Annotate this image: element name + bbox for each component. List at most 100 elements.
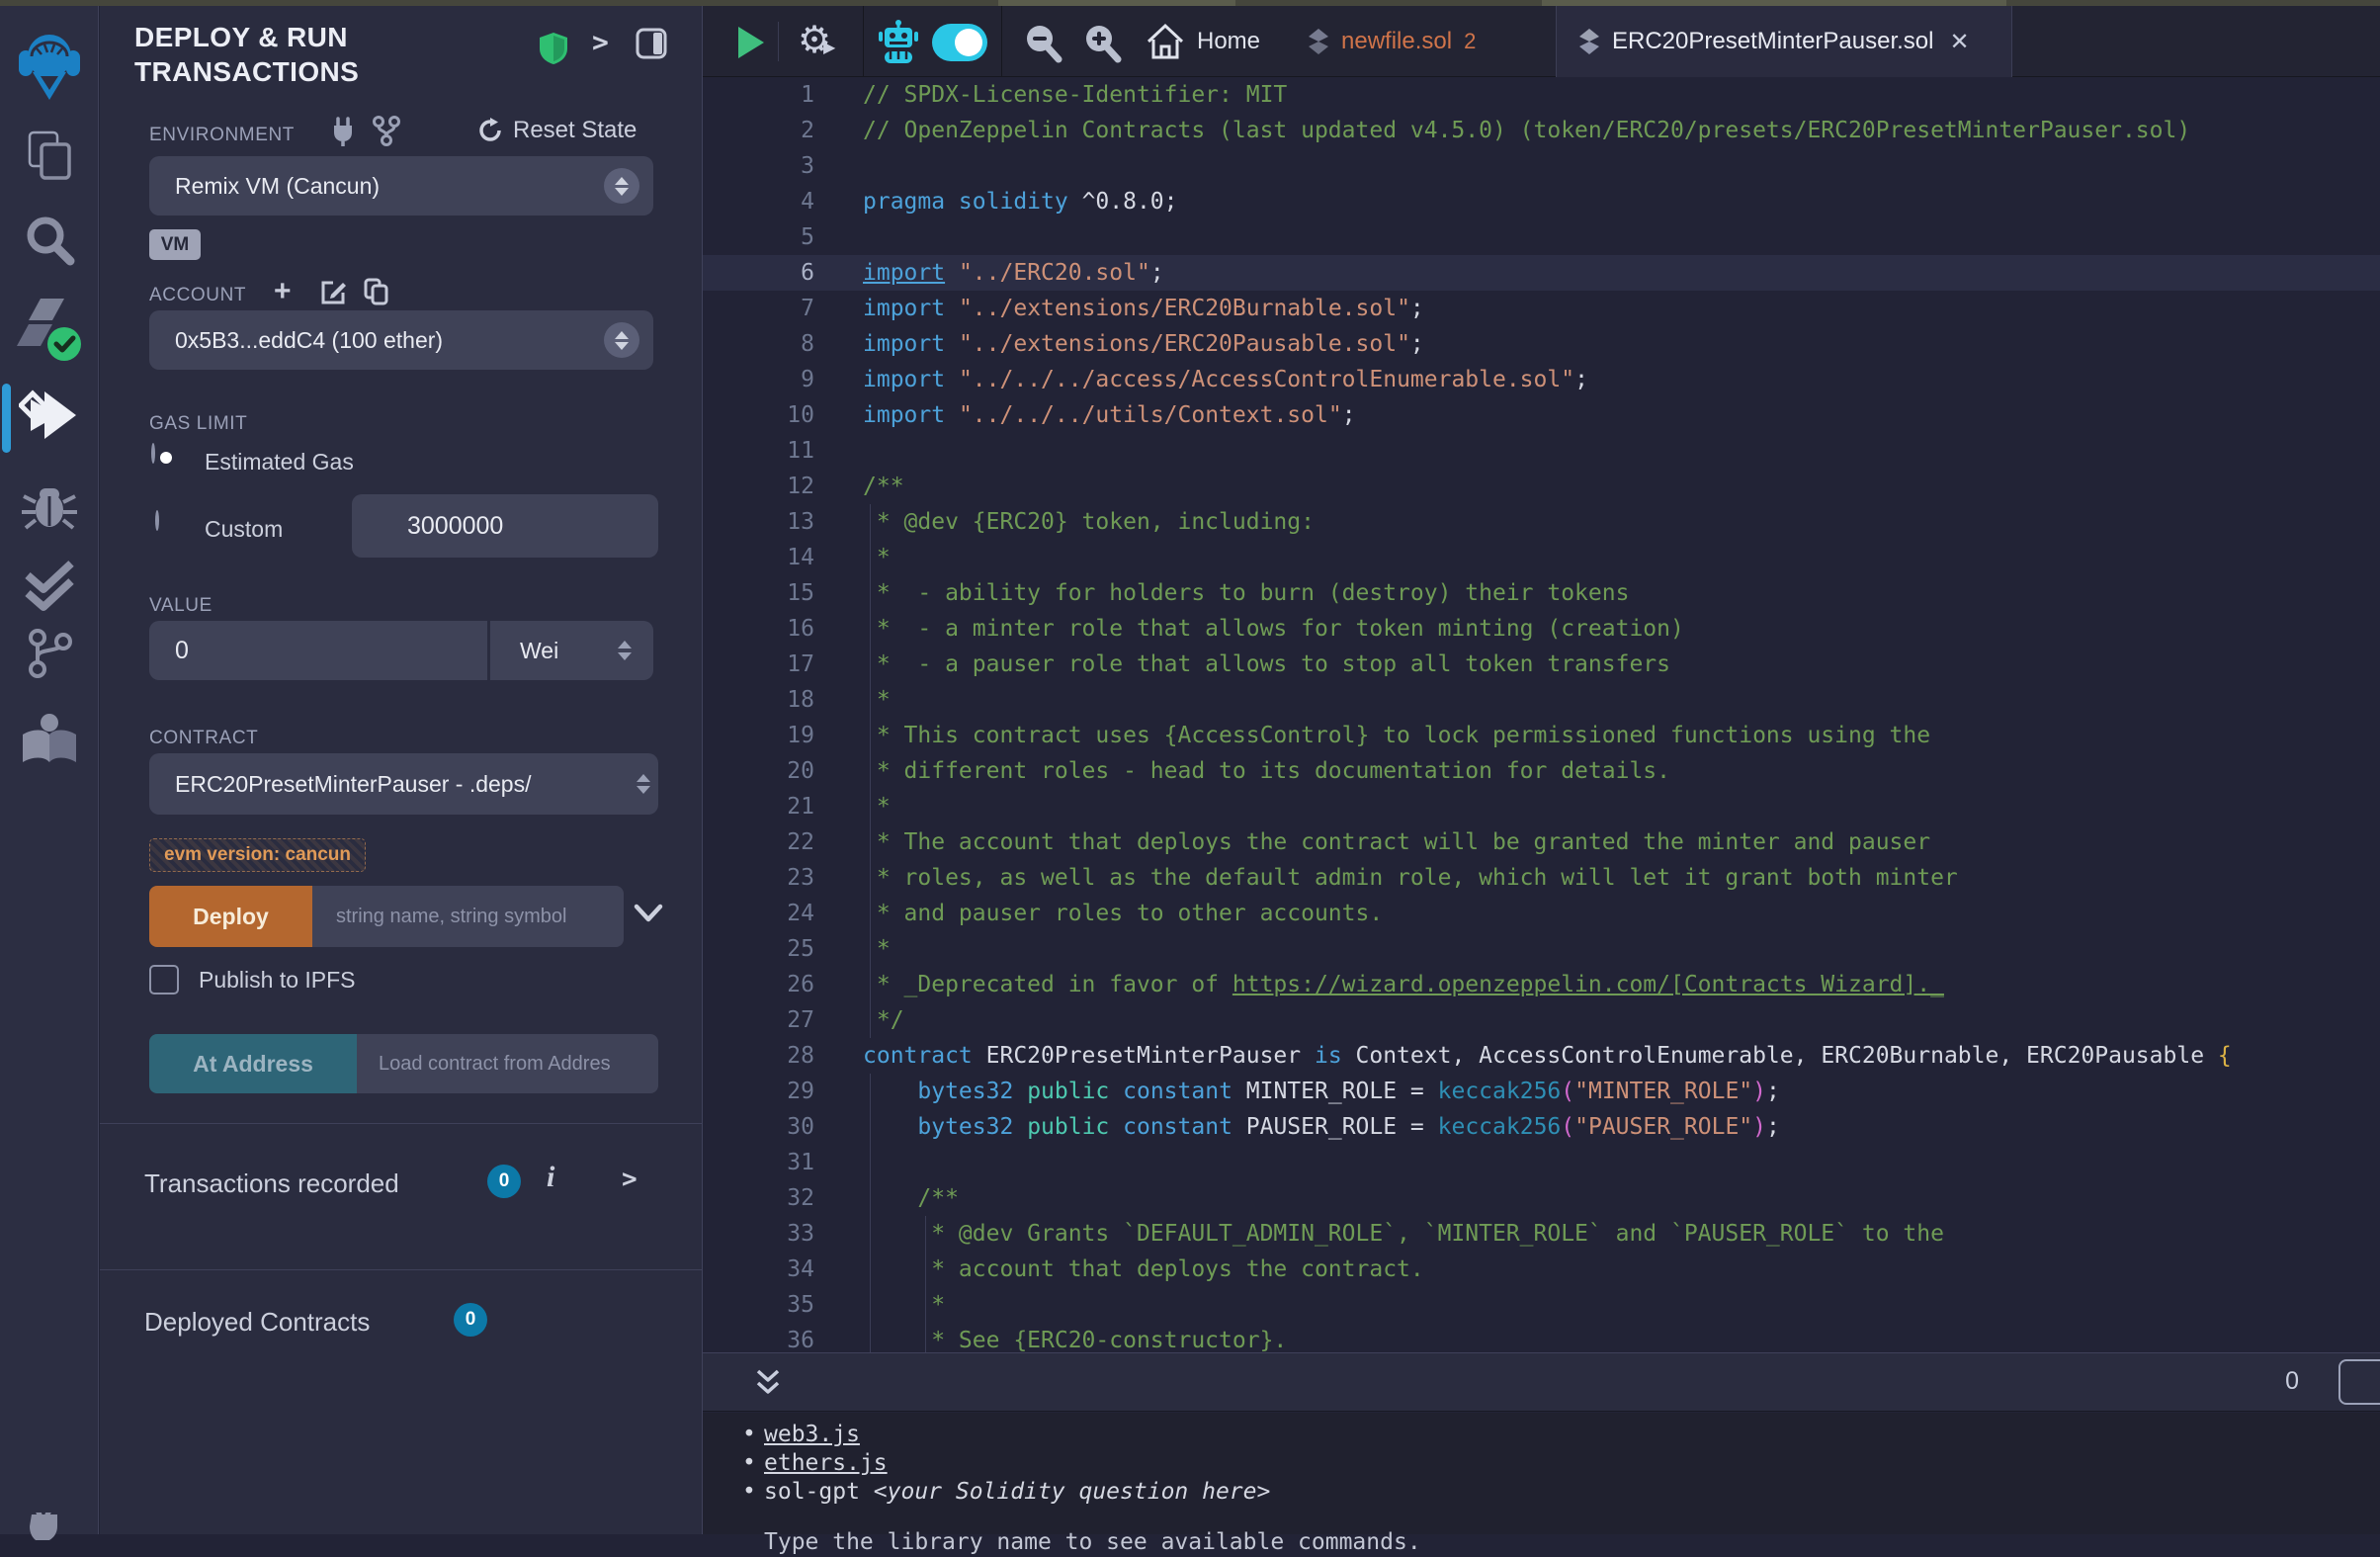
code-line-21[interactable]: 21 * xyxy=(703,789,2380,824)
line-number[interactable]: 14 xyxy=(703,540,836,575)
tab-newfile[interactable]: newfile.sol 2 xyxy=(1286,6,1541,77)
code-line-20[interactable]: 20 * different roles - head to its docum… xyxy=(703,753,2380,789)
zoom-in-icon[interactable] xyxy=(1080,22,1124,70)
contract-select[interactable]: ERC20PresetMinterPauser - .deps/ xyxy=(149,753,658,815)
line-number[interactable]: 24 xyxy=(703,896,836,931)
code-line-26[interactable]: 26 * _Deprecated in favor of https://wiz… xyxy=(703,967,2380,1002)
create-account-icon[interactable]: + xyxy=(274,275,292,308)
code-line-11[interactable]: 11 xyxy=(703,433,2380,469)
line-number[interactable]: 5 xyxy=(703,219,836,255)
line-number[interactable]: 36 xyxy=(703,1323,836,1352)
line-number[interactable]: 18 xyxy=(703,682,836,718)
code-line-31[interactable]: 31 xyxy=(703,1145,2380,1180)
line-number[interactable]: 19 xyxy=(703,718,836,753)
value-unit-select[interactable]: Wei xyxy=(490,621,653,680)
copy-account-icon[interactable] xyxy=(363,277,390,311)
unit-testing-icon[interactable] xyxy=(0,560,98,613)
code-line-28[interactable]: 28contract ERC20PresetMinterPauser is Co… xyxy=(703,1038,2380,1074)
search-icon[interactable] xyxy=(0,212,98,271)
at-address-input[interactable] xyxy=(357,1034,658,1093)
line-number[interactable]: 16 xyxy=(703,611,836,647)
code-line-9[interactable]: 9import "../../../access/AccessControlEn… xyxy=(703,362,2380,397)
code-line-36[interactable]: 36 * See {ERC20-constructor}. xyxy=(703,1323,2380,1352)
home-tab-label[interactable]: Home xyxy=(1197,28,1260,55)
code-line-24[interactable]: 24 * and pauser roles to other accounts. xyxy=(703,896,2380,931)
code-line-14[interactable]: 14 * xyxy=(703,540,2380,575)
line-number[interactable]: 29 xyxy=(703,1074,836,1109)
terminal-search-input[interactable] xyxy=(2338,1359,2380,1405)
deploy-and-run-icon[interactable] xyxy=(0,388,98,443)
line-number[interactable]: 35 xyxy=(703,1287,836,1323)
line-number[interactable]: 32 xyxy=(703,1180,836,1216)
code-line-19[interactable]: 19 * This contract uses {AccessControl} … xyxy=(703,718,2380,753)
code-line-1[interactable]: 1// SPDX-License-Identifier: MIT xyxy=(703,77,2380,113)
shield-icon[interactable] xyxy=(539,32,568,70)
code-line-8[interactable]: 8import "../extensions/ERC20Pausable.sol… xyxy=(703,326,2380,362)
line-number[interactable]: 7 xyxy=(703,291,836,326)
learneth-icon[interactable] xyxy=(0,712,98,767)
web3js-link[interactable]: web3.js xyxy=(764,1422,860,1447)
line-number[interactable]: 2 xyxy=(703,113,836,148)
deploy-button[interactable]: Deploy xyxy=(149,886,312,947)
line-number[interactable]: 15 xyxy=(703,575,836,611)
code-line-3[interactable]: 3 xyxy=(703,148,2380,184)
code-line-27[interactable]: 27 */ xyxy=(703,1002,2380,1038)
at-address-button[interactable]: At Address xyxy=(149,1034,357,1093)
line-number[interactable]: 33 xyxy=(703,1216,836,1252)
close-tab-icon[interactable]: ✕ xyxy=(1949,28,1969,56)
script-config-gear-icon[interactable]: ⚙▶ xyxy=(798,18,831,62)
code-line-15[interactable]: 15 * - ability for holders to burn (dest… xyxy=(703,575,2380,611)
line-number[interactable]: 17 xyxy=(703,647,836,682)
expand-transactions-icon[interactable]: > xyxy=(622,1165,638,1194)
line-number[interactable]: 28 xyxy=(703,1038,836,1074)
line-number[interactable]: 30 xyxy=(703,1109,836,1145)
line-number[interactable]: 3 xyxy=(703,148,836,184)
line-number[interactable]: 11 xyxy=(703,433,836,469)
code-line-32[interactable]: 32 /** xyxy=(703,1180,2380,1216)
terminal-collapse-icon[interactable] xyxy=(754,1367,782,1404)
line-number[interactable]: 22 xyxy=(703,824,836,860)
line-number[interactable]: 12 xyxy=(703,469,836,504)
line-number[interactable]: 25 xyxy=(703,931,836,967)
code-line-17[interactable]: 17 * - a pauser role that allows to stop… xyxy=(703,647,2380,682)
fork-environment-icon[interactable] xyxy=(371,115,402,151)
zoom-out-icon[interactable] xyxy=(1021,22,1064,70)
code-line-22[interactable]: 22 * The account that deploys the contra… xyxy=(703,824,2380,860)
code-line-30[interactable]: 30 bytes32 public constant PAUSER_ROLE =… xyxy=(703,1109,2380,1145)
code-line-5[interactable]: 5 xyxy=(703,219,2380,255)
code-line-34[interactable]: 34 * account that deploys the contract. xyxy=(703,1252,2380,1287)
publish-ipfs-checkbox[interactable] xyxy=(149,965,179,995)
debugger-icon[interactable] xyxy=(0,478,98,534)
ai-copilot-toggle[interactable] xyxy=(932,24,987,61)
code-editor[interactable]: 1// SPDX-License-Identifier: MIT2// Open… xyxy=(703,77,2380,1352)
line-number[interactable]: 27 xyxy=(703,1002,836,1038)
code-line-10[interactable]: 10import "../../../utils/Context.sol"; xyxy=(703,397,2380,433)
expand-deploy-icon[interactable] xyxy=(634,904,663,928)
home-icon[interactable] xyxy=(1146,22,1185,66)
custom-gas-radio[interactable] xyxy=(155,510,159,531)
line-number[interactable]: 26 xyxy=(703,967,836,1002)
code-line-18[interactable]: 18 * xyxy=(703,682,2380,718)
code-line-16[interactable]: 16 * - a minter role that allows for tok… xyxy=(703,611,2380,647)
terminal-output[interactable]: •web3.js •ethers.js •sol-gpt <your Solid… xyxy=(703,1413,2380,1534)
remix-logo-icon[interactable] xyxy=(0,24,98,109)
code-line-25[interactable]: 25 * xyxy=(703,931,2380,967)
reset-state-button[interactable]: Reset State xyxy=(477,117,637,144)
line-number[interactable]: 13 xyxy=(703,504,836,540)
code-line-4[interactable]: 4pragma solidity ^0.8.0; xyxy=(703,184,2380,219)
line-number[interactable]: 1 xyxy=(703,77,836,113)
code-line-6[interactable]: 6import "../ERC20.sol"; xyxy=(703,255,2380,291)
environment-select[interactable]: Remix VM (Cancun) xyxy=(149,156,653,216)
custom-gas-input[interactable] xyxy=(352,494,658,558)
line-number[interactable]: 21 xyxy=(703,789,836,824)
pin-panel-icon[interactable] xyxy=(636,28,667,64)
plugin-manager-icon[interactable] xyxy=(0,1513,98,1540)
code-line-35[interactable]: 35 * xyxy=(703,1287,2380,1323)
run-script-icon[interactable] xyxy=(736,26,766,64)
ai-copilot-robot-icon[interactable] xyxy=(877,20,920,70)
line-number[interactable]: 31 xyxy=(703,1145,836,1180)
git-icon[interactable] xyxy=(0,625,98,682)
code-line-33[interactable]: 33 * @dev Grants `DEFAULT_ADMIN_ROLE`, `… xyxy=(703,1216,2380,1252)
code-line-23[interactable]: 23 * roles, as well as the default admin… xyxy=(703,860,2380,896)
code-line-2[interactable]: 2// OpenZeppelin Contracts (last updated… xyxy=(703,113,2380,148)
